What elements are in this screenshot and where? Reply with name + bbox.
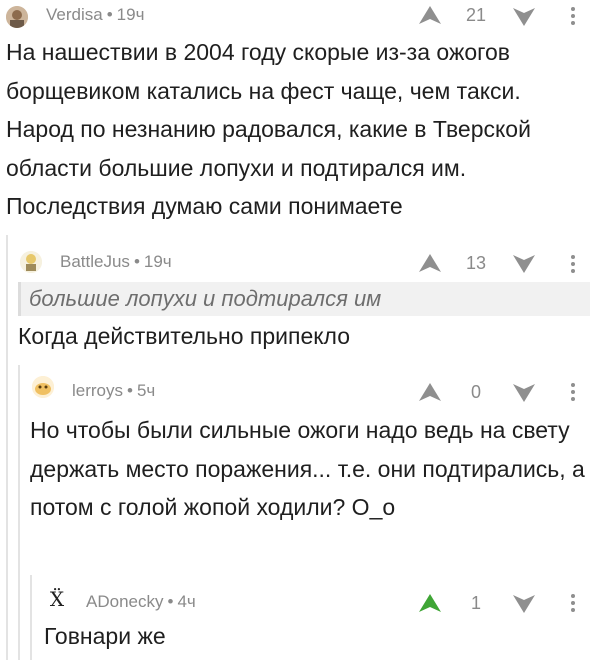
comment-time[interactable]: 19ч <box>144 252 172 271</box>
author-name[interactable]: Verdisa <box>46 5 103 24</box>
meta-separator: • <box>127 381 133 400</box>
upvote-arrow-icon[interactable] <box>419 254 441 272</box>
more-vertical-icon[interactable] <box>570 593 576 613</box>
comment-meta: Verdisa • 19ч <box>46 5 144 25</box>
comment-meta: BattleJus • 19ч <box>60 252 172 272</box>
avatar[interactable] <box>6 6 28 28</box>
upvote-arrow-icon[interactable] <box>419 594 441 612</box>
rating-count: 13 <box>465 253 487 273</box>
comment-header: BattleJus • 19ч 13 <box>18 245 600 275</box>
avatar-image <box>32 376 54 398</box>
comment: BattleJus • 19ч 13 большие лопухи и подтир… <box>18 245 600 355</box>
meta-separator: • <box>106 5 113 24</box>
more-vertical-icon[interactable] <box>570 382 576 402</box>
thread-line[interactable] <box>18 365 20 660</box>
downvote-arrow-icon[interactable] <box>513 255 535 273</box>
avatar-image <box>20 251 42 273</box>
downvote-arrow-icon[interactable] <box>513 8 535 26</box>
avatar-image <box>6 6 28 28</box>
avatar-glyph: Ẍ <box>49 588 65 610</box>
author-name[interactable]: ADonecky <box>86 592 163 611</box>
comment-time[interactable]: 4ч <box>177 592 195 611</box>
comment-meta: ADonecky • 4ч <box>86 592 196 612</box>
comment-text: Говнари же <box>44 623 166 649</box>
author-name[interactable]: lerroys <box>72 381 123 400</box>
comment-header: Ẍ ADonecky • 4ч 1 <box>44 578 600 613</box>
quoted-text: большие лопухи и подтирался им <box>18 282 590 316</box>
comment: lerroys • 5ч 0 Но чтобы были сильные ожоги… <box>30 368 600 568</box>
downvote-arrow-icon[interactable] <box>513 384 535 402</box>
comment: Verdisa • 19ч 21 На нашествии в 2004 году … <box>0 0 600 230</box>
avatar[interactable]: Ẍ <box>44 588 70 610</box>
comment-time[interactable]: 5ч <box>137 381 155 400</box>
thread-line[interactable] <box>30 575 32 660</box>
downvote-arrow-icon[interactable] <box>513 595 535 613</box>
upvote-arrow-icon[interactable] <box>419 6 441 24</box>
comment-text: На нашествии в 2004 году скорые из-за ож… <box>6 39 531 219</box>
meta-separator: • <box>133 252 140 271</box>
more-vertical-icon[interactable] <box>570 6 576 26</box>
comment-text: Но чтобы были сильные ожоги надо ведь на… <box>30 417 585 520</box>
comment-time[interactable]: 19ч <box>117 5 145 24</box>
thread-line[interactable] <box>6 235 8 660</box>
more-vertical-icon[interactable] <box>570 254 576 274</box>
avatar[interactable] <box>32 376 54 398</box>
comment-header: Verdisa • 19ч 21 <box>0 0 600 30</box>
upvote-arrow-icon[interactable] <box>419 383 441 401</box>
comment: Ẍ ADonecky • 4ч 1 Говнари же <box>44 578 600 660</box>
rating-count: 0 <box>470 382 481 402</box>
comment-text: Когда действительно припекло <box>18 323 351 349</box>
avatar[interactable] <box>20 251 42 273</box>
comment-meta: lerroys • 5ч <box>72 381 155 401</box>
rating-count: 1 <box>470 593 481 613</box>
author-name[interactable]: BattleJus <box>60 252 130 271</box>
meta-separator: • <box>167 592 174 611</box>
comment-header: lerroys • 5ч 0 <box>30 368 600 402</box>
rating-count: 21 <box>465 5 487 25</box>
